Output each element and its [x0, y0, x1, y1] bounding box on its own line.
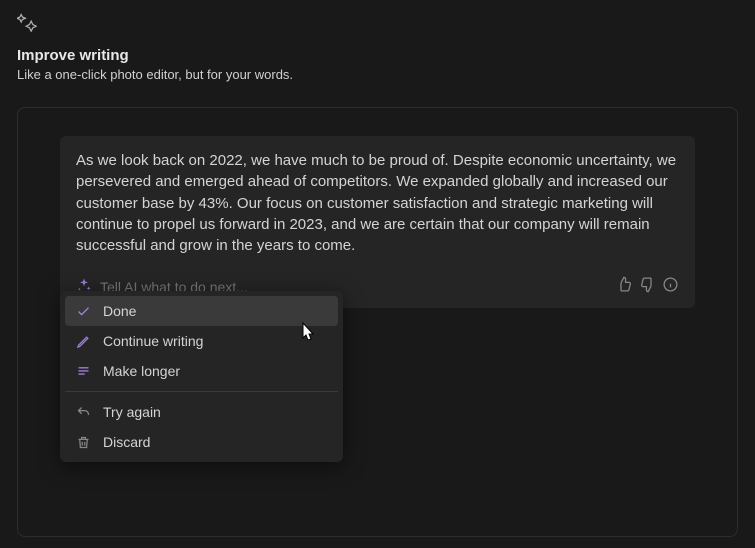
menu-item-label: Done [103, 303, 136, 319]
action-menu: Done Continue writing Make longer [60, 291, 343, 462]
page-title: Improve writing [17, 47, 738, 64]
response-text: As we look back on 2022, we have much to… [76, 150, 679, 256]
menu-item-label: Make longer [103, 363, 180, 379]
menu-item-longer[interactable]: Make longer [65, 356, 338, 386]
feedback-controls [616, 276, 679, 298]
menu-item-discard[interactable]: Discard [65, 427, 338, 457]
sparkle-icon [17, 12, 738, 37]
thumbs-down-icon[interactable] [639, 276, 656, 298]
menu-divider [65, 391, 338, 392]
thumbs-up-icon[interactable] [616, 276, 633, 298]
pencil-icon [75, 333, 91, 349]
check-icon [75, 303, 91, 319]
menu-item-label: Try again [103, 404, 161, 420]
trash-icon [75, 434, 91, 450]
ai-response-block: As we look back on 2022, we have much to… [60, 136, 695, 308]
undo-icon [75, 404, 91, 420]
menu-item-done[interactable]: Done [65, 296, 338, 326]
menu-item-continue[interactable]: Continue writing [65, 326, 338, 356]
page-subtitle: Like a one-click photo editor, but for y… [17, 67, 738, 82]
info-icon[interactable] [662, 276, 679, 298]
header: Improve writing Like a one-click photo e… [0, 0, 755, 90]
menu-item-label: Continue writing [103, 333, 203, 349]
content-panel: As we look back on 2022, we have much to… [17, 107, 738, 537]
lines-icon [75, 363, 91, 379]
menu-item-tryagain[interactable]: Try again [65, 397, 338, 427]
menu-item-label: Discard [103, 434, 150, 450]
